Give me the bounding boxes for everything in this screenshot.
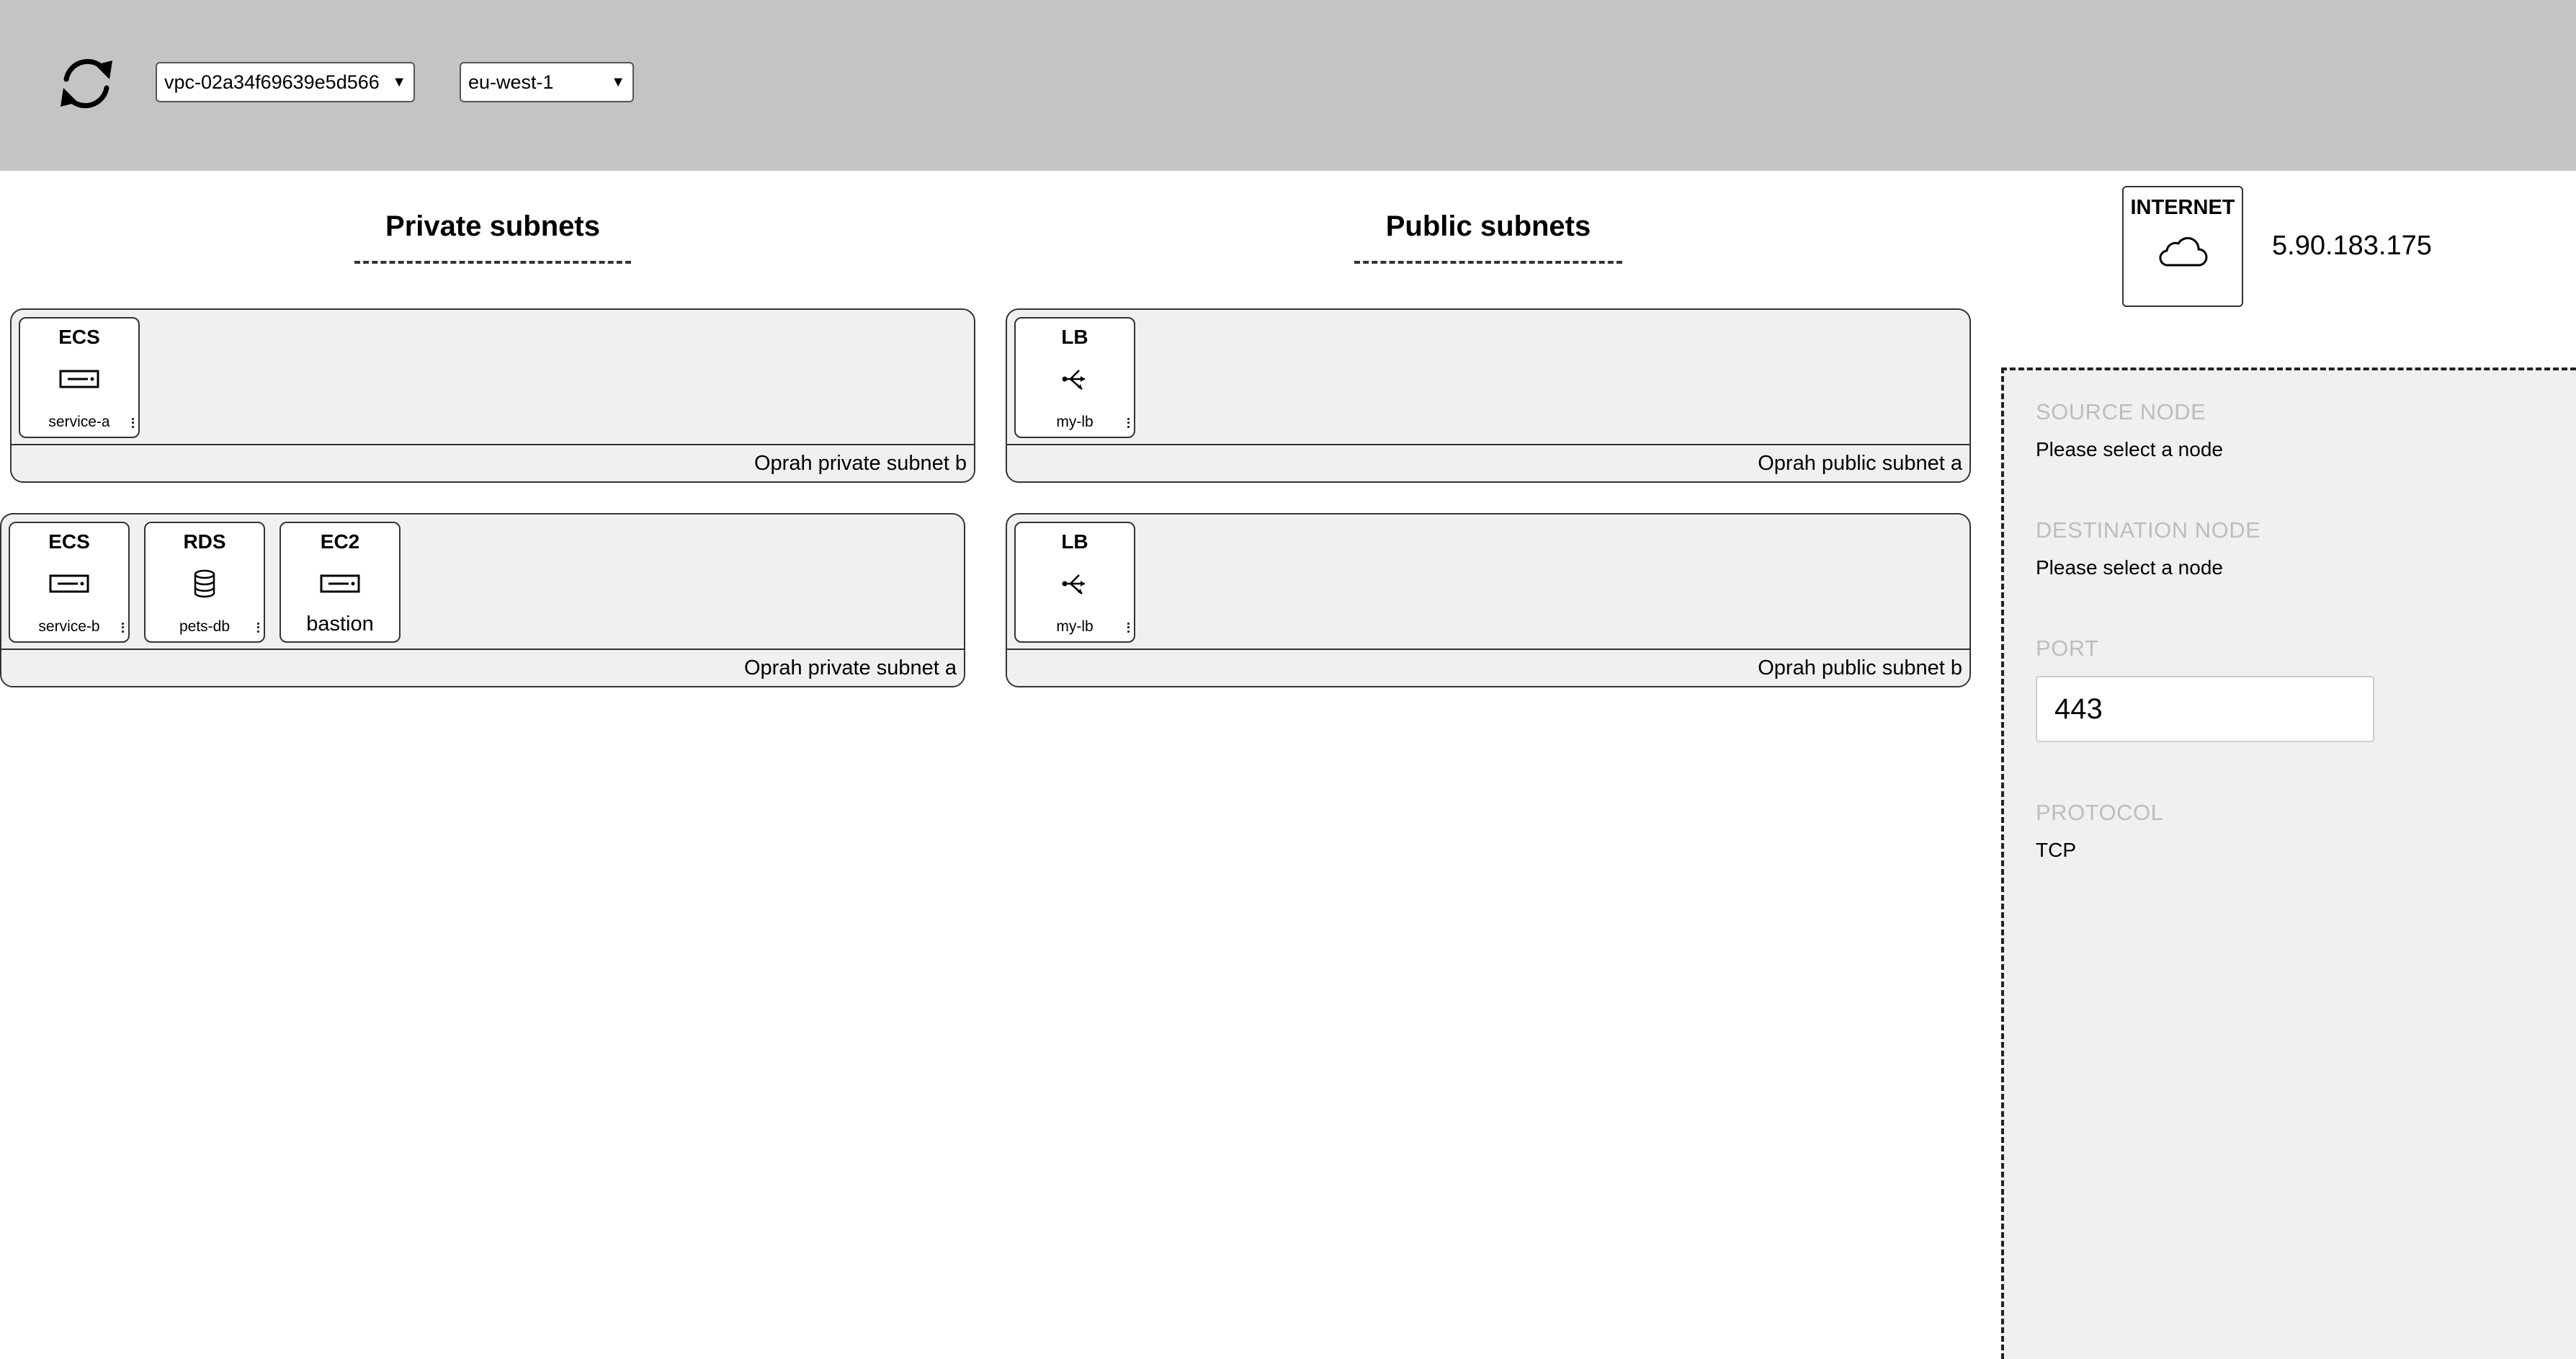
vpc-select[interactable]: vpc-02a34f69639e5d566 ▼ bbox=[156, 62, 415, 102]
destination-node-label: DESTINATION NODE bbox=[2036, 517, 2261, 543]
server-icon bbox=[10, 568, 128, 600]
node-type: EC2 bbox=[320, 530, 360, 553]
protocol-value: TCP bbox=[2036, 839, 2076, 861]
connector-handle[interactable] bbox=[1127, 418, 1132, 428]
source-node-label: SOURCE NODE bbox=[2036, 399, 2206, 424]
public-subnets-title: Public subnets bbox=[1385, 210, 1591, 242]
destination-node-value: Please select a node bbox=[2036, 556, 2223, 579]
node-type: ECS bbox=[48, 530, 90, 553]
subnet-public-b: LB my-lb Oprah public subnet b bbox=[1006, 513, 1971, 687]
protocol-label: PROTOCOL bbox=[2036, 800, 2164, 825]
vpc-select-value: vpc-02a34f69639e5d566 bbox=[164, 71, 380, 93]
load-balancer-icon bbox=[1016, 363, 1134, 395]
connector-handle[interactable] bbox=[122, 623, 127, 633]
connector-handle[interactable] bbox=[257, 623, 262, 633]
subnet-public-a: LB my-lb Oprah public subnet a bbox=[1006, 308, 1971, 483]
chevron-down-icon: ▼ bbox=[392, 73, 406, 90]
node-pets-db[interactable]: RDS pets-db bbox=[144, 522, 265, 643]
private-title-divider bbox=[354, 261, 631, 264]
top-bar: vpc-02a34f69639e5d566 ▼ eu-west-1 ▼ bbox=[0, 0, 2576, 171]
cloud-icon bbox=[2124, 235, 2242, 268]
public-ip: 5.90.183.175 bbox=[2272, 231, 2432, 261]
connection-panel: SOURCE NODE Please select a node DESTINA… bbox=[2001, 367, 2576, 1359]
node-bastion[interactable]: EC2 bastion bbox=[279, 522, 401, 643]
port-label: PORT bbox=[2036, 636, 2099, 661]
node-internet[interactable]: INTERNET bbox=[2122, 186, 2243, 307]
subnet-label: Oprah public subnet b bbox=[1007, 649, 1969, 686]
node-name: bastion bbox=[306, 612, 374, 636]
node-type: LB bbox=[1061, 530, 1088, 553]
subnet-private-b: ECS service-a Oprah private subnet b bbox=[10, 308, 975, 483]
node-type: ECS bbox=[58, 326, 100, 348]
connector-handle[interactable] bbox=[1127, 623, 1132, 633]
node-service-a[interactable]: ECS service-a bbox=[19, 317, 140, 438]
chevron-down-icon: ▼ bbox=[611, 73, 625, 90]
node-name: service-b bbox=[38, 618, 100, 635]
subnet-private-a: ECS service-b RDS pets-db EC2 bastion Op… bbox=[0, 513, 965, 687]
node-type: LB bbox=[1061, 326, 1088, 348]
node-my-lb[interactable]: LB my-lb bbox=[1014, 522, 1135, 643]
port-input[interactable] bbox=[2036, 676, 2374, 742]
node-my-lb[interactable]: LB my-lb bbox=[1014, 317, 1135, 438]
database-icon bbox=[146, 568, 264, 600]
region-select-value: eu-west-1 bbox=[468, 71, 554, 93]
node-name: service-a bbox=[48, 414, 110, 430]
private-subnets-title: Private subnets bbox=[385, 210, 600, 242]
load-balancer-icon bbox=[1016, 568, 1134, 600]
subnet-label: Oprah private subnet a bbox=[1, 649, 964, 686]
node-type: RDS bbox=[183, 530, 226, 553]
server-icon bbox=[20, 363, 138, 395]
connector-handle[interactable] bbox=[132, 418, 137, 428]
node-service-b[interactable]: ECS service-b bbox=[9, 522, 130, 643]
server-icon bbox=[281, 568, 399, 600]
subnet-label: Oprah public subnet a bbox=[1007, 444, 1969, 481]
internet-label: INTERNET bbox=[2130, 196, 2235, 219]
region-select[interactable]: eu-west-1 ▼ bbox=[460, 62, 634, 102]
public-title-divider bbox=[1354, 261, 1622, 264]
refresh-icon[interactable] bbox=[50, 48, 122, 120]
node-name: my-lb bbox=[1056, 618, 1094, 635]
subnet-label: Oprah private subnet b bbox=[12, 444, 974, 481]
source-node-value: Please select a node bbox=[2036, 438, 2223, 460]
node-name: my-lb bbox=[1056, 414, 1094, 430]
node-name: pets-db bbox=[179, 618, 231, 635]
